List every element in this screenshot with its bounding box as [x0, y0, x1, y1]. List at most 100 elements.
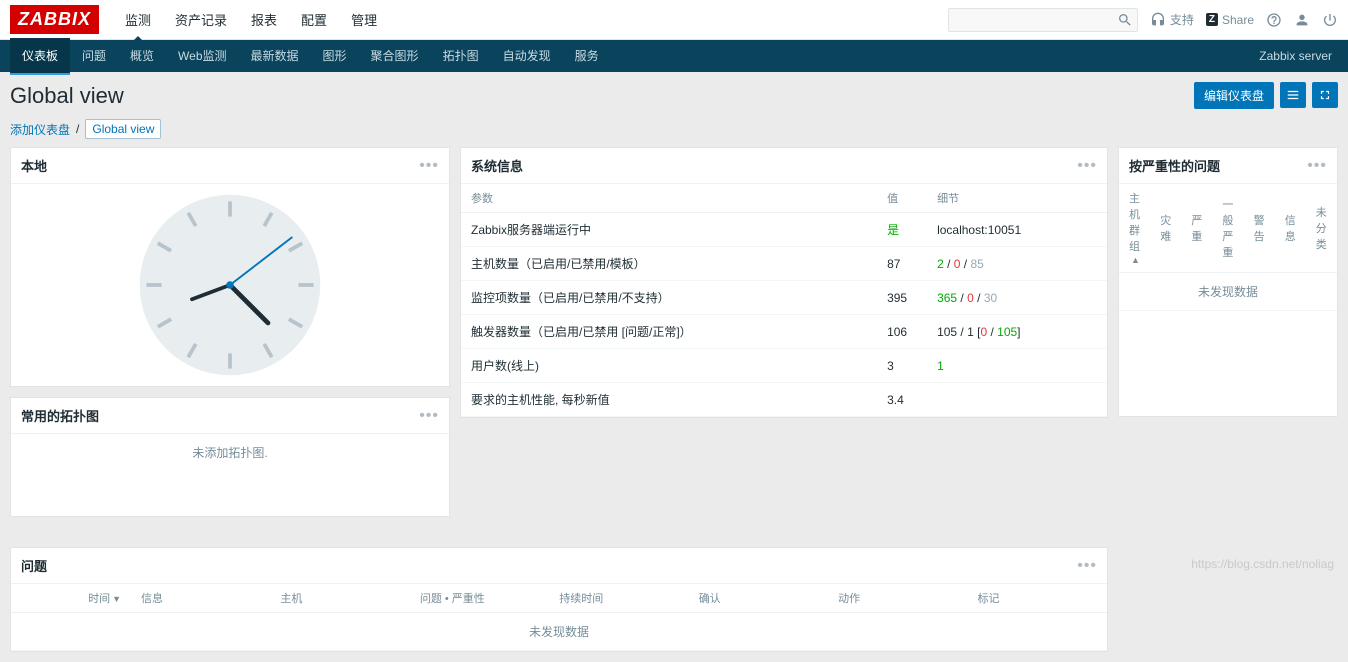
page-title: Global view: [10, 83, 124, 109]
problems-widget: 问题 ••• 时间▼ 信息 主机 问题 • 严重性 持续时间 确认 动作 标记 …: [10, 547, 1108, 652]
problems-col-sev[interactable]: 问题 • 严重性: [410, 584, 549, 613]
subnav-web[interactable]: Web监测: [166, 38, 238, 75]
sysinfo-menu-icon[interactable]: •••: [1077, 157, 1097, 175]
sysinfo-param: 监控项数量（已启用/已禁用/不支持）: [461, 281, 877, 315]
problems-col-dur[interactable]: 持续时间: [549, 584, 688, 613]
top-nav: 监测 资产记录 报表 配置 管理: [113, 0, 389, 41]
subnav-services[interactable]: 服务: [563, 38, 611, 75]
sysinfo-title: 系统信息: [471, 156, 523, 175]
sysinfo-row: 用户数(线上)31: [461, 349, 1107, 383]
topnav-config[interactable]: 配置: [289, 0, 339, 41]
sysinfo-value: 是: [877, 213, 927, 247]
user-icon[interactable]: [1294, 12, 1310, 28]
sysinfo-param: 触发器数量（已启用/已禁用 [问题/正常]）: [461, 315, 877, 349]
sysinfo-detail: 105 / 1 [0 / 105]: [927, 315, 1107, 349]
subnav-discovery[interactable]: 自动发现: [491, 38, 563, 75]
sort-asc-icon: ▲: [1131, 255, 1140, 265]
search-icon[interactable]: [1117, 12, 1133, 28]
sysinfo-table: 参数 值 细节 Zabbix服务器端运行中是localhost:10051主机数…: [461, 184, 1107, 417]
sysinfo-row: 主机数量（已启用/已禁用/模板）872 / 0 / 85: [461, 247, 1107, 281]
subnav-screens[interactable]: 聚合图形: [359, 38, 431, 75]
severity-col-disaster[interactable]: 灾难: [1150, 184, 1181, 273]
severity-col-hostgroup[interactable]: 主机群组▲: [1119, 184, 1150, 273]
problems-table: 时间▼ 信息 主机 问题 • 严重性 持续时间 确认 动作 标记 未发现数据: [11, 584, 1107, 651]
sysinfo-detail: 365 / 0 / 30: [927, 281, 1107, 315]
problems-menu-icon[interactable]: •••: [1077, 557, 1097, 575]
severity-col-average[interactable]: 一般严重: [1212, 184, 1243, 273]
sysinfo-param: 主机数量（已启用/已禁用/模板）: [461, 247, 877, 281]
sysinfo-value: 3: [877, 349, 927, 383]
severity-table: 主机群组▲ 灾难 严重 一般严重 警告 信息 未分类 未发现数据: [1119, 184, 1337, 311]
severity-nodata: 未发现数据: [1119, 273, 1337, 311]
severity-col-info[interactable]: 信息: [1275, 184, 1306, 273]
sysinfo-col-value[interactable]: 值: [877, 184, 927, 213]
problems-col-host[interactable]: 主机: [270, 584, 409, 613]
support-link[interactable]: 支持: [1150, 11, 1194, 28]
clock-title: 本地: [21, 156, 47, 175]
problems-title: 问题: [21, 556, 47, 575]
problems-col-info[interactable]: 信息: [131, 584, 270, 613]
sysinfo-value: 395: [877, 281, 927, 315]
sysinfo-widget: 系统信息 ••• 参数 值 细节 Zabbix服务器端运行中是localhost…: [460, 147, 1108, 418]
search-input[interactable]: [953, 13, 1117, 27]
sysinfo-row: 监控项数量（已启用/已禁用/不支持）395365 / 0 / 30: [461, 281, 1107, 315]
maps-title: 常用的拓扑图: [21, 406, 99, 425]
severity-title: 按严重性的问题: [1129, 156, 1220, 175]
sysinfo-col-detail[interactable]: 细节: [927, 184, 1107, 213]
maps-nodata: 未添加拓扑图.: [11, 434, 449, 471]
subnav-overview[interactable]: 概览: [118, 38, 166, 75]
clock-menu-icon[interactable]: •••: [419, 157, 439, 175]
topnav-reports[interactable]: 报表: [239, 0, 289, 41]
sort-desc-icon: ▼: [112, 594, 121, 604]
fullscreen-button[interactable]: [1312, 82, 1338, 108]
maps-menu-icon[interactable]: •••: [419, 407, 439, 425]
headset-icon: [1150, 12, 1166, 28]
sysinfo-value: 106: [877, 315, 927, 349]
problems-nodata: 未发现数据: [11, 613, 1107, 651]
subnav-latest[interactable]: 最新数据: [239, 38, 311, 75]
breadcrumb-current[interactable]: Global view: [85, 119, 161, 139]
problems-col-time[interactable]: 时间▼: [11, 584, 131, 613]
sysinfo-param: 用户数(线上): [461, 349, 877, 383]
share-link[interactable]: Z Share: [1206, 13, 1254, 27]
clock-widget: 本地 •••: [10, 147, 450, 387]
topnav-admin[interactable]: 管理: [339, 0, 389, 41]
sysinfo-row: Zabbix服务器端运行中是localhost:10051: [461, 213, 1107, 247]
list-icon: [1286, 88, 1300, 102]
sysinfo-value: 87: [877, 247, 927, 281]
topnav-inventory[interactable]: 资产记录: [163, 0, 239, 41]
sysinfo-detail: 1: [927, 349, 1107, 383]
problems-col-action[interactable]: 动作: [828, 584, 967, 613]
severity-col-warning[interactable]: 警告: [1244, 184, 1275, 273]
subnav-maps[interactable]: 拓扑图: [431, 38, 491, 75]
server-label[interactable]: Zabbix server: [1253, 49, 1338, 63]
severity-widget: 按严重性的问题 ••• 主机群组▲ 灾难 严重 一般严重 警告 信息 未分类 未…: [1118, 147, 1338, 417]
clock-face-icon: [135, 190, 325, 380]
maps-widget: 常用的拓扑图 ••• 未添加拓扑图.: [10, 397, 450, 517]
help-icon[interactable]: [1266, 12, 1282, 28]
severity-col-high[interactable]: 严重: [1181, 184, 1212, 273]
sysinfo-detail: [927, 383, 1107, 417]
sysinfo-param: Zabbix服务器端运行中: [461, 213, 877, 247]
problems-col-ack[interactable]: 确认: [689, 584, 828, 613]
sysinfo-detail: localhost:10051: [927, 213, 1107, 247]
search-box[interactable]: [948, 8, 1138, 32]
breadcrumb-add[interactable]: 添加仪表盘: [10, 121, 70, 138]
subnav-problems[interactable]: 问题: [70, 38, 118, 75]
problems-col-tags[interactable]: 标记: [968, 584, 1107, 613]
sysinfo-col-param[interactable]: 参数: [461, 184, 877, 213]
edit-dashboard-button[interactable]: 编辑仪表盘: [1194, 82, 1274, 109]
fullscreen-icon: [1318, 88, 1332, 102]
severity-col-unclassified[interactable]: 未分类: [1306, 184, 1337, 273]
breadcrumb: 添加仪表盘 / Global view: [0, 115, 1348, 147]
topnav-monitoring[interactable]: 监测: [113, 0, 163, 41]
dashboard-list-button[interactable]: [1280, 82, 1306, 108]
sub-nav: 仪表板 问题 概览 Web监测 最新数据 图形 聚合图形 拓扑图 自动发现 服务: [10, 38, 611, 75]
severity-menu-icon[interactable]: •••: [1307, 157, 1327, 175]
sysinfo-row: 触发器数量（已启用/已禁用 [问题/正常]）106105 / 1 [0 / 10…: [461, 315, 1107, 349]
logo[interactable]: ZABBIX: [10, 5, 99, 34]
power-icon[interactable]: [1322, 12, 1338, 28]
subnav-graphs[interactable]: 图形: [311, 38, 359, 75]
subnav-dashboard[interactable]: 仪表板: [10, 38, 70, 75]
sysinfo-value: 3.4: [877, 383, 927, 417]
